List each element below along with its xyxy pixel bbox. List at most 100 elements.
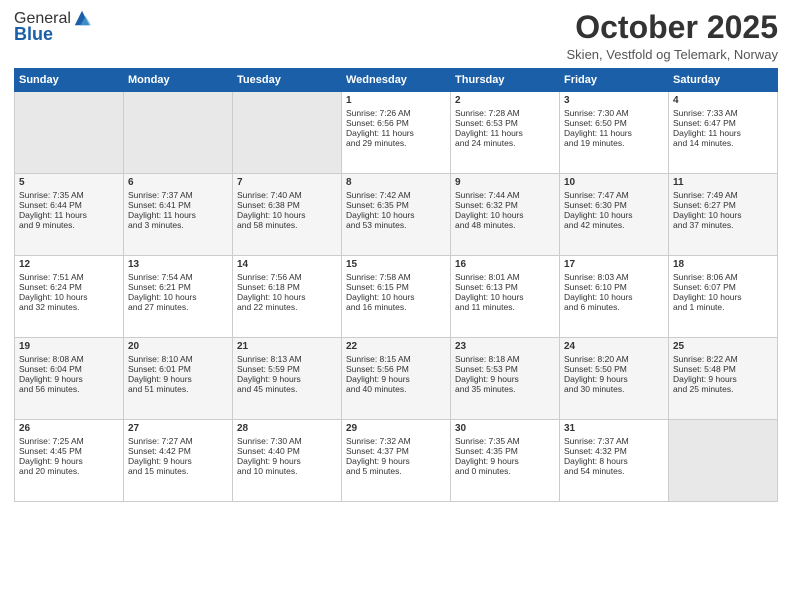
day-number: 18: [673, 259, 773, 270]
sunrise-info: Sunrise: 7:51 AM: [19, 272, 119, 282]
daylight-hours: Daylight: 10 hours: [237, 210, 337, 220]
daylight-minutes: and 40 minutes.: [346, 384, 446, 394]
sunset-info: Sunset: 6:18 PM: [237, 282, 337, 292]
table-row: 11Sunrise: 7:49 AMSunset: 6:27 PMDayligh…: [669, 174, 778, 256]
sunset-info: Sunset: 6:30 PM: [564, 200, 664, 210]
sunset-info: Sunset: 5:53 PM: [455, 364, 555, 374]
sunrise-info: Sunrise: 7:44 AM: [455, 190, 555, 200]
table-row: 1 Sunrise: 7:26 AMSunset: 6:56 PMDaylight…: [342, 92, 451, 174]
daylight-minutes: and 24 minutes.: [455, 138, 555, 148]
day-number: 1: [346, 95, 446, 106]
day-number: 25: [673, 341, 773, 352]
col-monday: Monday: [124, 69, 233, 92]
sunrise-info: Sunrise: 7:58 AM: [346, 272, 446, 282]
sunset-info: Sunset: 4:40 PM: [237, 446, 337, 456]
day-number: 12: [19, 259, 119, 270]
table-row: 26Sunrise: 7:25 AMSunset: 4:45 PMDayligh…: [15, 420, 124, 502]
sunset-info: Sunset: 6:32 PM: [455, 200, 555, 210]
day-number: 17: [564, 259, 664, 270]
sunrise-info: Sunrise: 8:15 AM: [346, 354, 446, 364]
sunrise-info: Sunrise: 7:54 AM: [128, 272, 228, 282]
day-number: 5: [19, 177, 119, 188]
daylight-minutes: and 16 minutes.: [346, 302, 446, 312]
day-number: 16: [455, 259, 555, 270]
table-row: [15, 92, 124, 174]
daylight-minutes: and 56 minutes.: [19, 384, 119, 394]
daylight-minutes: and 54 minutes.: [564, 466, 664, 476]
daylight-minutes: and 3 minutes.: [128, 220, 228, 230]
daylight-hours: Daylight: 9 hours: [237, 456, 337, 466]
daylight-minutes: and 53 minutes.: [346, 220, 446, 230]
daylight-hours: Daylight: 10 hours: [455, 292, 555, 302]
sunset-info: Sunset: 6:07 PM: [673, 282, 773, 292]
daylight-hours: Daylight: 9 hours: [346, 374, 446, 384]
sunrise-info: Sunrise: 8:13 AM: [237, 354, 337, 364]
sunrise-info: Sunrise: 7:35 AM: [19, 190, 119, 200]
sunrise-info: Sunrise: 7:40 AM: [237, 190, 337, 200]
logo-icon: [73, 9, 91, 27]
daylight-minutes: and 48 minutes.: [455, 220, 555, 230]
sunset-info: Sunset: 6:24 PM: [19, 282, 119, 292]
daylight-hours: Daylight: 11 hours: [346, 128, 446, 138]
table-row: 4Sunrise: 7:33 AMSunset: 6:47 PMDaylight…: [669, 92, 778, 174]
table-row: 19Sunrise: 8:08 AMSunset: 6:04 PMDayligh…: [15, 338, 124, 420]
table-row: [233, 92, 342, 174]
sunrise-info: Sunrise: 7:35 AM: [455, 436, 555, 446]
day-number: 21: [237, 341, 337, 352]
daylight-minutes: and 20 minutes.: [19, 466, 119, 476]
col-friday: Friday: [560, 69, 669, 92]
sunset-info: Sunset: 6:56 PM: [346, 118, 446, 128]
sunset-info: Sunset: 6:13 PM: [455, 282, 555, 292]
sunrise-info: Sunrise: 7:25 AM: [19, 436, 119, 446]
table-row: 5Sunrise: 7:35 AMSunset: 6:44 PMDaylight…: [15, 174, 124, 256]
day-number: 13: [128, 259, 228, 270]
day-number: 9: [455, 177, 555, 188]
sunrise-info: Sunrise: 7:47 AM: [564, 190, 664, 200]
daylight-hours: Daylight: 10 hours: [19, 292, 119, 302]
sunset-info: Sunset: 6:47 PM: [673, 118, 773, 128]
col-thursday: Thursday: [451, 69, 560, 92]
sunrise-info: Sunrise: 7:30 AM: [564, 108, 664, 118]
daylight-hours: Daylight: 10 hours: [346, 210, 446, 220]
day-number: 26: [19, 423, 119, 434]
sunset-info: Sunset: 6:01 PM: [128, 364, 228, 374]
day-number: 4: [673, 95, 773, 106]
col-sunday: Sunday: [15, 69, 124, 92]
sunset-info: Sunset: 5:59 PM: [237, 364, 337, 374]
day-number: 23: [455, 341, 555, 352]
table-row: 7Sunrise: 7:40 AMSunset: 6:38 PMDaylight…: [233, 174, 342, 256]
sunrise-info: Sunrise: 8:20 AM: [564, 354, 664, 364]
calendar-week-row: 12Sunrise: 7:51 AMSunset: 6:24 PMDayligh…: [15, 256, 778, 338]
day-number: 30: [455, 423, 555, 434]
calendar-week-row: 5 Sunrise: 7:35 AMSunset: 6:44 PM Daylight…: [15, 174, 778, 256]
table-row: 21Sunrise: 8:13 AMSunset: 5:59 PMDayligh…: [233, 338, 342, 420]
day-number: 11: [673, 177, 773, 188]
sunrise-info: Sunrise: 7:56 AM: [237, 272, 337, 282]
daylight-hours: Daylight: 9 hours: [128, 374, 228, 384]
table-row: [124, 92, 233, 174]
daylight-minutes: and 11 minutes.: [455, 302, 555, 312]
day-number: 28: [237, 423, 337, 434]
day-number: 7: [237, 177, 337, 188]
sunset-info: Sunset: 6:44 PM: [19, 200, 119, 210]
daylight-hours: Daylight: 10 hours: [673, 292, 773, 302]
sunrise-info: Sunrise: 7:30 AM: [237, 436, 337, 446]
sunrise-info: Sunrise: 7:28 AM: [455, 108, 555, 118]
day-number: 22: [346, 341, 446, 352]
daylight-minutes: and 25 minutes.: [673, 384, 773, 394]
day-number: 20: [128, 341, 228, 352]
table-row: 14Sunrise: 7:56 AMSunset: 6:18 PMDayligh…: [233, 256, 342, 338]
sunrise-info: Sunrise: 7:49 AM: [673, 190, 773, 200]
col-wednesday: Wednesday: [342, 69, 451, 92]
sunrise-info: Sunrise: 7:26 AM: [346, 108, 446, 118]
logo-blue-text: Blue: [14, 24, 91, 45]
daylight-hours: Daylight: 8 hours: [564, 456, 664, 466]
daylight-hours: Daylight: 9 hours: [564, 374, 664, 384]
daylight-minutes: and 14 minutes.: [673, 138, 773, 148]
table-row: 6Sunrise: 7:37 AMSunset: 6:41 PMDaylight…: [124, 174, 233, 256]
daylight-hours: Daylight: 10 hours: [346, 292, 446, 302]
table-row: 10Sunrise: 7:47 AMSunset: 6:30 PMDayligh…: [560, 174, 669, 256]
daylight-minutes: and 35 minutes.: [455, 384, 555, 394]
daylight-minutes: and 15 minutes.: [128, 466, 228, 476]
daylight-hours: Daylight: 10 hours: [455, 210, 555, 220]
